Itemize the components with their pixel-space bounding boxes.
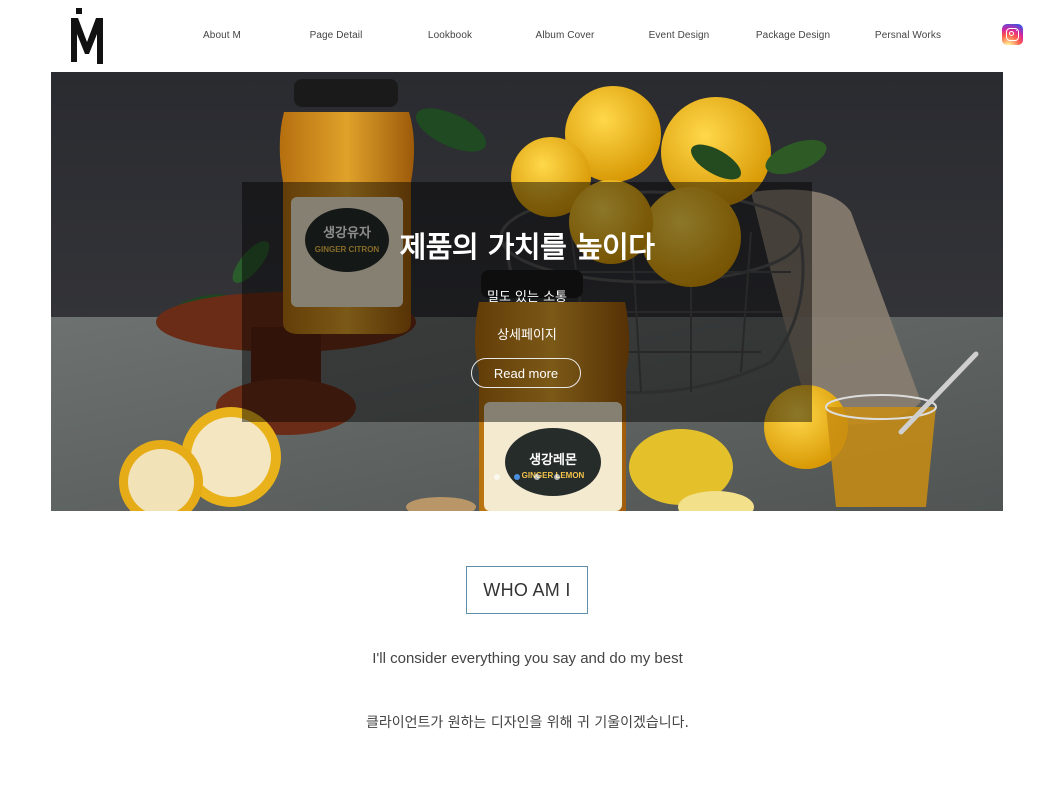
site-header: M About M Page Detail Lookbook Album Cov… <box>0 0 1055 72</box>
read-more-button[interactable]: Read more <box>471 358 581 388</box>
slider-dot-4[interactable] <box>554 474 560 480</box>
who-am-i-heading: WHO AM I <box>466 566 588 614</box>
hero-slider: 생강유자 GINGER CITRON 생강레몬 GINGER LEMON 제품의… <box>51 72 1003 511</box>
slider-dot-2[interactable] <box>514 474 520 480</box>
instagram-icon[interactable] <box>1002 24 1023 45</box>
slider-dot-1[interactable] <box>494 474 500 480</box>
nav-album-cover[interactable]: Album Cover <box>536 30 595 41</box>
nav-about-m[interactable]: About M <box>203 30 241 41</box>
logo-letter: M <box>87 6 88 7</box>
about-line-english: I'll consider everything you say and do … <box>372 650 683 667</box>
slider-pagination <box>51 474 1003 480</box>
svg-text:생강레몬: 생강레몬 <box>529 452 577 468</box>
nav-page-detail[interactable]: Page Detail <box>310 30 363 41</box>
nav-persnal-works[interactable]: Persnal Works <box>875 30 941 41</box>
nav-lookbook[interactable]: Lookbook <box>428 30 472 41</box>
hero-title: 제품의 가치를 높이다 <box>399 230 655 264</box>
main-nav: About M Page Detail Lookbook Album Cover… <box>0 30 1055 44</box>
nav-event-design[interactable]: Event Design <box>649 30 710 41</box>
slider-dot-3[interactable] <box>534 474 540 480</box>
hero-category: 상세페이지 <box>497 328 557 343</box>
about-line-korean: 클라이언트가 원하는 디자인을 위해 귀 기울이겠습니다. <box>366 715 689 731</box>
nav-package-design[interactable]: Package Design <box>756 30 830 41</box>
hero-subtitle: 밀도 있는 소통 <box>486 290 568 305</box>
